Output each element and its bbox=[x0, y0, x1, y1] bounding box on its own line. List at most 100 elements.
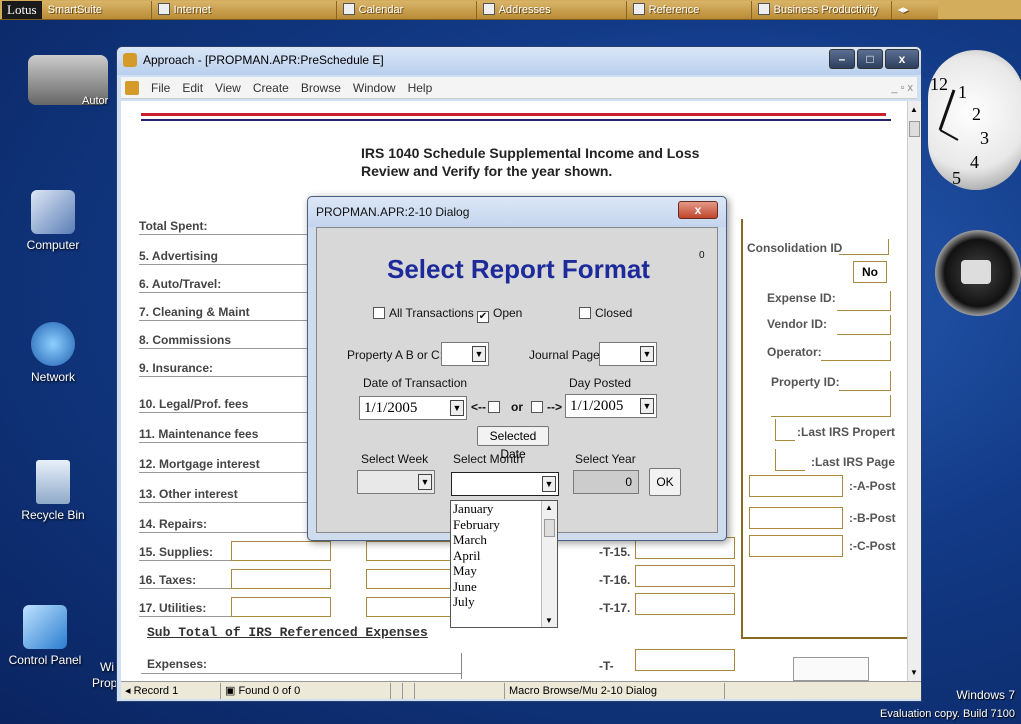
t-field[interactable] bbox=[635, 649, 735, 671]
closed-checkbox[interactable]: Closed bbox=[579, 306, 632, 320]
chevron-down-icon-3[interactable]: ▼ bbox=[450, 400, 464, 416]
chevron-down-icon[interactable]: ▼ bbox=[472, 346, 486, 362]
clock-gadget[interactable]: 12 1 2 3 4 5 bbox=[928, 50, 1021, 190]
bottom-right-field[interactable] bbox=[793, 657, 869, 681]
dialog-heading: Select Report Format bbox=[387, 254, 650, 284]
t16-label: -T-16. bbox=[599, 573, 631, 587]
list-scrollbar[interactable]: ▲ ▼ bbox=[541, 501, 557, 627]
utilities-amount-field[interactable] bbox=[231, 597, 331, 617]
c-post-field[interactable] bbox=[749, 535, 843, 557]
select-week-combo[interactable]: ▼ bbox=[357, 470, 435, 494]
all-transactions-label: All Transactions bbox=[389, 306, 474, 320]
vertical-scrollbar[interactable]: ▲ ▼ bbox=[907, 101, 921, 681]
desktop-gadget-autorun[interactable]: Autor bbox=[20, 55, 116, 109]
record-status[interactable]: ◂ Record 1 bbox=[121, 682, 221, 699]
chevron-down-icon-5[interactable]: ▼ bbox=[418, 474, 432, 490]
status-cell-1 bbox=[391, 682, 403, 699]
smartsuite-drawer[interactable]: SmartSuite bbox=[41, 0, 152, 19]
addresses-drawer[interactable]: Addresses bbox=[476, 0, 627, 19]
expense-id-field[interactable] bbox=[837, 291, 891, 311]
menu-window[interactable]: Window bbox=[347, 81, 402, 95]
dialog-body: 0 Select Report Format All Transactions … bbox=[316, 227, 718, 533]
suitebar-scroll[interactable]: ◂▸ bbox=[891, 0, 938, 19]
divider-red bbox=[141, 113, 886, 116]
label-cleaning: 7. Cleaning & Maint bbox=[139, 305, 314, 321]
list-scroll-down-icon[interactable]: ▼ bbox=[545, 616, 553, 625]
window-title-bar[interactable]: Approach - [PROPMAN.APR:PreSchedule E] bbox=[117, 47, 921, 75]
label-auto-travel: 6. Auto/Travel: bbox=[139, 277, 314, 293]
menu-create[interactable]: Create bbox=[247, 81, 295, 95]
property-id-extra[interactable] bbox=[771, 395, 891, 417]
desktop-icon-recycle-bin[interactable]: Recycle Bin bbox=[8, 460, 98, 522]
property-combo[interactable]: ▼ bbox=[441, 342, 489, 366]
supplies-ref-field[interactable] bbox=[366, 541, 451, 561]
reference-drawer[interactable]: Reference bbox=[626, 0, 752, 19]
desktop-icon-network[interactable]: Network bbox=[8, 322, 98, 384]
calendar-drawer[interactable]: Calendar bbox=[336, 0, 477, 19]
left-checkbox-icon bbox=[488, 401, 500, 413]
select-month-combo[interactable]: ▼ bbox=[451, 472, 559, 496]
close-button[interactable]: x bbox=[885, 49, 919, 69]
internet-drawer[interactable]: Internet bbox=[151, 0, 337, 19]
label-legal-fees: 10. Legal/Prof. fees bbox=[139, 397, 314, 413]
scroll-thumb[interactable] bbox=[909, 121, 920, 137]
menu-view[interactable]: View bbox=[209, 81, 247, 95]
menu-browse[interactable]: Browse bbox=[295, 81, 347, 95]
transaction-date-combo[interactable]: 1/1/2005 ▼ bbox=[359, 396, 467, 420]
day-posted-combo[interactable]: 1/1/2005 ▼ bbox=[565, 394, 657, 418]
business-productivity-drawer[interactable]: Business Productivity bbox=[751, 0, 892, 19]
a-post-field[interactable] bbox=[749, 475, 843, 497]
chevron-down-icon-6[interactable]: ▼ bbox=[542, 476, 556, 492]
all-transactions-checkbox[interactable]: All Transactions bbox=[373, 306, 474, 320]
taxes-amount-field[interactable] bbox=[231, 569, 331, 589]
macro-status[interactable]: Macro Browse/Mu 2-10 Dialog bbox=[505, 682, 725, 699]
last-irs-property-field[interactable] bbox=[775, 419, 795, 441]
control-panel-icon bbox=[23, 605, 67, 649]
dialog-title-bar[interactable]: PROPMAN.APR:2-10 Dialog bbox=[308, 197, 726, 227]
chevron-down-icon-4[interactable]: ▼ bbox=[640, 398, 654, 414]
vendor-id-field[interactable] bbox=[837, 315, 891, 335]
open-checkbox[interactable]: ✔ Open bbox=[477, 306, 522, 323]
minimize-button[interactable]: – bbox=[829, 49, 855, 69]
operator-field[interactable] bbox=[821, 341, 891, 361]
t17-field[interactable] bbox=[635, 593, 735, 615]
chevron-down-icon-2[interactable]: ▼ bbox=[640, 346, 654, 362]
menu-help[interactable]: Help bbox=[402, 81, 439, 95]
ok-button[interactable]: OK bbox=[649, 468, 681, 496]
consolidation-value[interactable]: No bbox=[853, 261, 887, 283]
right-arrow-option[interactable]: --> bbox=[531, 400, 562, 414]
maximize-button[interactable]: □ bbox=[857, 49, 883, 69]
last-irs-page-field[interactable] bbox=[775, 449, 805, 471]
mdi-controls[interactable]: _ ▫ x bbox=[891, 82, 917, 94]
document-icon[interactable] bbox=[125, 80, 139, 95]
scroll-up-icon[interactable]: ▲ bbox=[910, 105, 918, 114]
menu-edit[interactable]: Edit bbox=[176, 81, 209, 95]
b-post-field[interactable] bbox=[749, 507, 843, 529]
property-id-field[interactable] bbox=[839, 371, 891, 391]
found-status[interactable]: ▣ Found 0 of 0 bbox=[221, 682, 391, 699]
list-scroll-thumb[interactable] bbox=[544, 519, 555, 537]
taxes-ref-field[interactable] bbox=[366, 569, 451, 589]
select-year-field[interactable]: 0 bbox=[573, 470, 639, 494]
utilities-ref-field[interactable] bbox=[366, 597, 451, 617]
dialog-close-button[interactable]: x bbox=[678, 201, 718, 219]
list-scroll-up-icon[interactable]: ▲ bbox=[545, 503, 553, 512]
t16-field[interactable] bbox=[635, 565, 735, 587]
desktop-icon-control-panel[interactable]: Control Panel bbox=[0, 605, 90, 667]
cpu-meter-gadget[interactable] bbox=[935, 230, 1021, 316]
scroll-down-icon[interactable]: ▼ bbox=[910, 668, 918, 677]
internet-label: Internet bbox=[173, 3, 211, 16]
menu-bar: File Edit View Create Browse Window Help… bbox=[121, 77, 917, 99]
select-month-label: Select Month bbox=[453, 452, 524, 466]
open-label: Open bbox=[493, 306, 523, 320]
supplies-amount-field[interactable] bbox=[231, 541, 331, 561]
desktop-partial-label: Wi bbox=[100, 660, 114, 674]
menu-file[interactable]: File bbox=[145, 81, 176, 95]
journal-page-combo[interactable]: ▼ bbox=[599, 342, 657, 366]
month-dropdown-list[interactable]: January February March April May June Ju… bbox=[450, 500, 558, 628]
selected-date-button[interactable]: Selected Date bbox=[477, 426, 549, 461]
left-arrow-option[interactable]: <-- bbox=[471, 400, 504, 414]
reference-icon bbox=[632, 2, 645, 15]
lotus-logo-button[interactable]: Lotus bbox=[2, 0, 42, 19]
desktop-icon-computer[interactable]: Computer bbox=[8, 190, 98, 252]
